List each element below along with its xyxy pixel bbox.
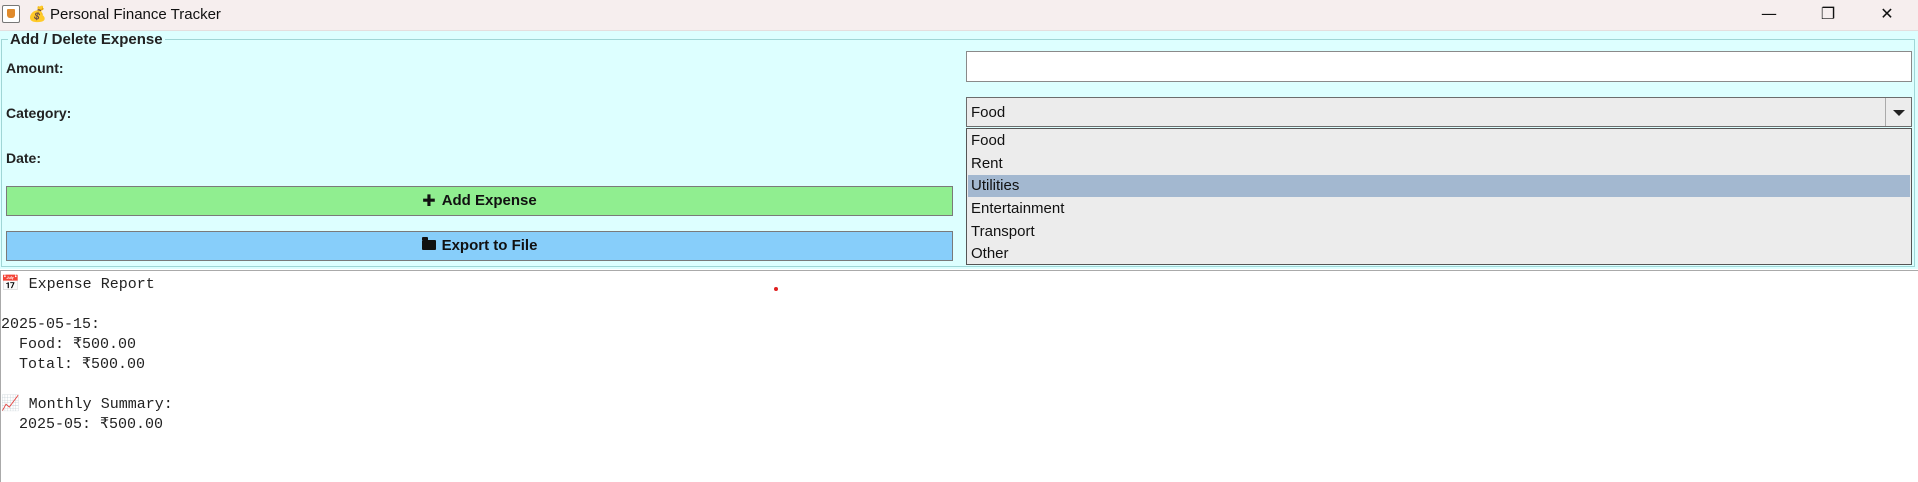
dropdown-option-utilities[interactable]: Utilities — [968, 175, 1910, 197]
category-selected-value: Food — [971, 104, 1006, 121]
add-expense-label: Add Expense — [441, 192, 537, 209]
report-text: 📅 Expense Report 2025-05-15: Food: ₹500.… — [1, 276, 173, 433]
category-dropdown-list[interactable]: Food Rent Utilities Entertainment Transp… — [966, 128, 1912, 265]
close-button[interactable]: ✕ — [1864, 0, 1910, 30]
dropdown-option-rent[interactable]: Rent — [968, 153, 1910, 175]
amount-input[interactable] — [966, 51, 1912, 82]
category-label: Category: — [6, 105, 72, 121]
amount-label: Amount: — [6, 60, 64, 76]
chevron-down-icon[interactable] — [1885, 98, 1911, 126]
maximize-button[interactable]: ❐ — [1805, 0, 1851, 30]
java-app-icon — [2, 5, 20, 23]
group-title: Add / Delete Expense — [8, 31, 165, 49]
export-to-file-button[interactable]: Export to File — [6, 231, 953, 261]
dropdown-option-transport[interactable]: Transport — [968, 221, 1910, 243]
category-combobox[interactable]: Food — [966, 97, 1912, 127]
window-title: Personal Finance Tracker — [50, 6, 221, 23]
dropdown-option-other[interactable]: Other — [968, 243, 1910, 265]
mouse-pointer-dot — [774, 287, 778, 291]
money-bag-icon: 💰 — [28, 5, 47, 23]
dropdown-option-food[interactable]: Food — [968, 130, 1910, 152]
export-label: Export to File — [441, 237, 538, 254]
folder-icon — [421, 237, 436, 251]
dropdown-option-entertainment[interactable]: Entertainment — [968, 198, 1910, 220]
date-label: Date: — [6, 150, 42, 166]
plus-icon: ✚ — [422, 191, 436, 211]
add-expense-button[interactable]: ✚ Add Expense — [6, 186, 953, 216]
minimize-button[interactable]: — — [1746, 0, 1792, 30]
expense-report-textarea[interactable]: 📅 Expense Report 2025-05-15: Food: ₹500.… — [0, 270, 1918, 482]
title-bar: 💰 Personal Finance Tracker — ❐ ✕ — [0, 0, 1918, 31]
